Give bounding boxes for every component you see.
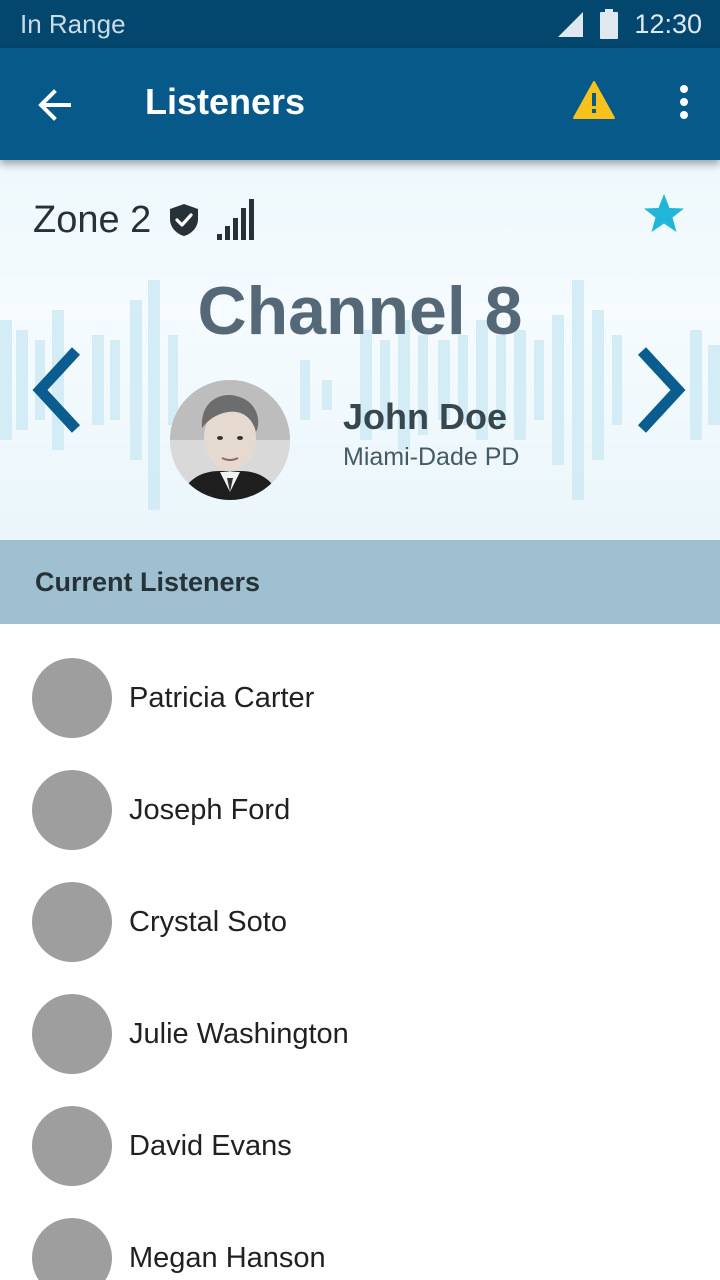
list-item[interactable]: Joseph Ford bbox=[0, 754, 720, 866]
avatar bbox=[32, 882, 112, 962]
listener-name: David Evans bbox=[129, 1129, 292, 1162]
list-item[interactable]: Patricia Carter bbox=[0, 642, 720, 754]
more-vert-dot bbox=[680, 111, 688, 119]
listener-name: Joseph Ford bbox=[129, 793, 291, 826]
listener-name: Megan Hanson bbox=[129, 1241, 326, 1274]
listener-name: Patricia Carter bbox=[129, 681, 315, 714]
star-icon bbox=[644, 194, 684, 232]
status-carrier: In Range bbox=[20, 8, 126, 39]
person-photo bbox=[170, 380, 290, 500]
chevron-right-icon bbox=[637, 347, 686, 433]
favorite-button[interactable] bbox=[640, 190, 688, 238]
arrow-left-icon bbox=[38, 89, 71, 121]
listener-list: Patricia Carter Joseph Ford Crystal Soto… bbox=[0, 624, 720, 1280]
chevron-left-icon bbox=[32, 347, 81, 433]
page-title: Listeners bbox=[145, 81, 306, 122]
status-time: 12:30 bbox=[634, 8, 702, 39]
zone-info: Zone 2 bbox=[33, 198, 257, 242]
more-vert-icon bbox=[680, 85, 688, 93]
list-item[interactable]: Megan Hanson bbox=[0, 1202, 720, 1280]
shield-check-icon bbox=[170, 204, 199, 236]
channel-panel: Zone 2 Channel 8 John Doe Miami-Dade PD bbox=[0, 160, 720, 540]
listener-name: Julie Washington bbox=[129, 1017, 349, 1050]
status-icons: 12:30 bbox=[556, 9, 702, 40]
avatar bbox=[32, 770, 112, 850]
avatar bbox=[32, 1218, 112, 1280]
zone-label: Zone 2 bbox=[33, 198, 152, 241]
current-listeners-header: Current Listeners bbox=[0, 540, 720, 624]
section-title: Current Listeners bbox=[35, 566, 261, 597]
more-vert-dot bbox=[680, 98, 688, 106]
next-channel-button[interactable] bbox=[630, 345, 690, 435]
list-item[interactable]: Crystal Soto bbox=[0, 866, 720, 978]
avatar bbox=[32, 1106, 112, 1186]
warning-button[interactable] bbox=[572, 80, 616, 124]
back-button[interactable] bbox=[34, 84, 76, 126]
list-item[interactable]: David Evans bbox=[0, 1090, 720, 1202]
speaker-organization: Miami-Dade PD bbox=[343, 443, 520, 471]
battery-icon bbox=[600, 9, 619, 39]
cell-signal-icon bbox=[558, 12, 584, 37]
status-bar: In Range 12:30 bbox=[0, 0, 720, 48]
signal-bars-icon bbox=[217, 199, 255, 240]
more-options-button[interactable] bbox=[668, 80, 700, 124]
speaker-name: John Doe bbox=[343, 396, 508, 437]
speaker-avatar bbox=[170, 380, 290, 500]
avatar bbox=[32, 994, 112, 1074]
app-bar: Listeners bbox=[0, 48, 720, 160]
channel-name: Channel 8 bbox=[197, 273, 523, 349]
list-item[interactable]: Julie Washington bbox=[0, 978, 720, 1090]
listener-name: Crystal Soto bbox=[129, 905, 287, 938]
warning-icon bbox=[573, 81, 615, 119]
previous-channel-button[interactable] bbox=[28, 345, 88, 435]
avatar bbox=[32, 658, 112, 738]
